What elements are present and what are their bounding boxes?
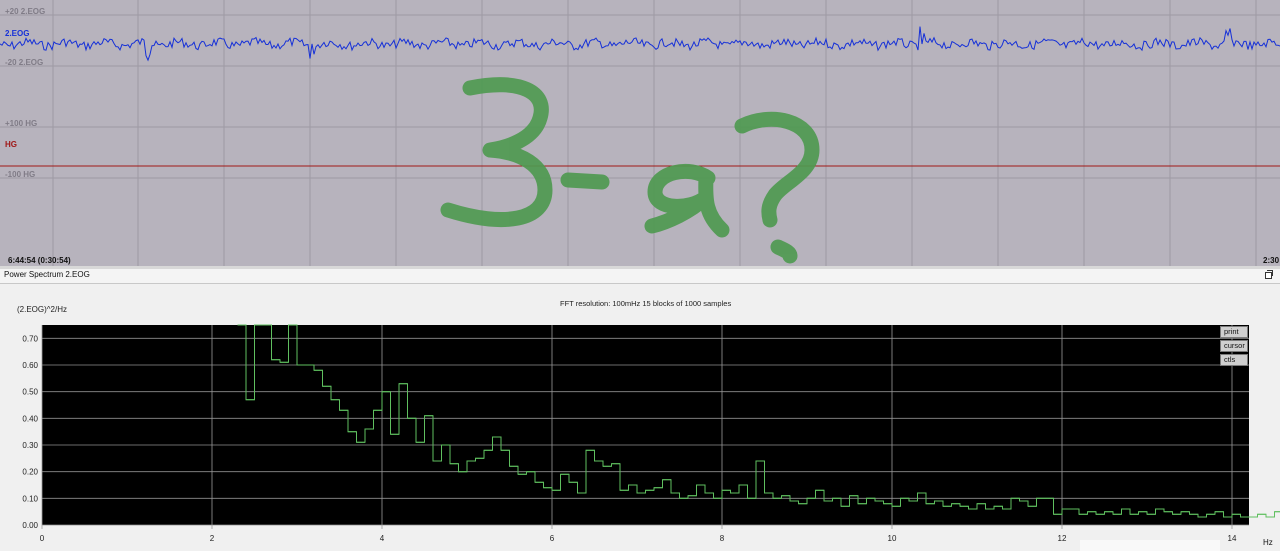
eog-scale-bottom: -20 2.EOG <box>5 58 44 67</box>
y-tick-label: 0.20 <box>22 468 38 477</box>
x-tick-label: 2 <box>210 534 215 543</box>
eeg-trace-panel[interactable]: +20 2.EOG 2.EOG -20 2.EOG +100 HG HG -10… <box>0 0 1280 266</box>
spectrum-window-title: Power Spectrum 2.EOG <box>4 270 90 279</box>
hg-scale-bottom: -100 HG <box>5 170 36 179</box>
y-tick-label: 0.50 <box>22 388 38 397</box>
print-button[interactable]: print <box>1220 326 1248 338</box>
screenshot-artifact <box>1080 540 1220 551</box>
y-tick-label: 0.30 <box>22 441 38 450</box>
x-tick-label: 6 <box>550 534 555 543</box>
x-axis-unit-label: Hz <box>1263 538 1273 547</box>
y-tick-label: 0.70 <box>22 334 38 343</box>
y-tick-label: 0.10 <box>22 494 38 503</box>
cursor-button[interactable]: cursor <box>1220 340 1248 352</box>
eog-signal-trace <box>0 26 1280 62</box>
x-tick-label: 8 <box>720 534 725 543</box>
eeg-time-grid <box>0 0 1280 266</box>
time-right-label: 2:30 <box>1263 256 1280 265</box>
eog-scale-top: +20 2.EOG <box>5 7 46 16</box>
y-tick-label: 0.40 <box>22 414 38 423</box>
x-tick-label: 4 <box>380 534 385 543</box>
x-tick-label: 12 <box>1058 534 1067 543</box>
x-tick-label: 14 <box>1228 534 1237 543</box>
ctls-button[interactable]: ctls <box>1220 354 1248 366</box>
y-tick-label: 0.60 <box>22 361 38 370</box>
hg-channel-label[interactable]: HG <box>5 140 17 149</box>
y-tick-label: 0.00 <box>22 521 38 530</box>
x-tick-label: 10 <box>888 534 897 543</box>
chart-x-ticks: 0 2 4 6 8 10 12 14 <box>40 534 1237 543</box>
power-spectrum-panel: FFT resolution: 100mHz 15 blocks of 1000… <box>0 284 1280 551</box>
power-spectrum-chart[interactable]: 0.00 0.10 0.20 0.30 0.40 0.50 0.60 0.70 0 2 4 6 8 10… <box>0 284 1280 551</box>
hg-scale-top: +100 HG <box>5 119 38 128</box>
restore-window-icon[interactable] <box>1265 270 1273 279</box>
x-tick-label: 0 <box>40 534 45 543</box>
spectrum-title-bar: Power Spectrum 2.EOG <box>0 269 1280 284</box>
chart-y-ticks: 0.00 0.10 0.20 0.30 0.40 0.50 0.60 0.70 <box>22 334 38 530</box>
chart-plot-area <box>42 325 1249 525</box>
eeg-trace-canvas[interactable] <box>0 0 1280 266</box>
eog-channel-label[interactable]: 2.EOG <box>5 29 29 38</box>
time-left-label: 6:44:54 (0:30:54) <box>8 256 71 265</box>
